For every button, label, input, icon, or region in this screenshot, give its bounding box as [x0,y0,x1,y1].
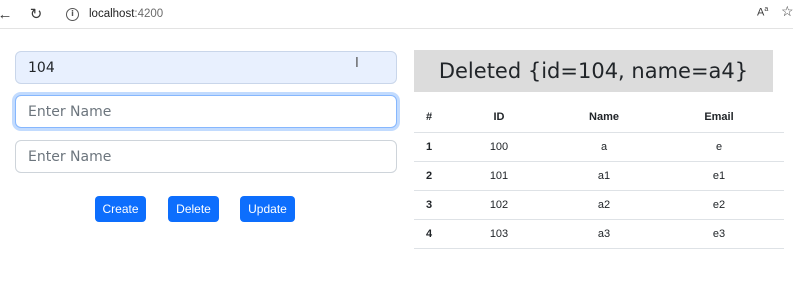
row-number: 3 [414,190,444,220]
cell-id: 102 [444,190,554,220]
url-text: localhost:4200 [89,8,163,20]
records-table: # ID Name Email 1 100 a e 2 101 a1 e1 3 … [414,103,784,249]
url-host: localhost [89,8,135,20]
cell-id: 101 [444,161,554,191]
reload-icon[interactable]: ↻ [27,5,45,23]
status-message: Deleted {id=104, name=a4} [414,50,773,92]
cell-name: a [554,132,654,162]
cell-id: 103 [444,219,554,249]
cell-email: e2 [654,190,784,220]
header-email: Email [654,103,784,133]
delete-button[interactable]: Delete [168,196,219,222]
table-row: 3 102 a2 e2 [414,190,784,220]
name-input-2[interactable] [15,140,397,173]
favorite-star-icon[interactable]: ☆ [781,4,793,18]
id-input[interactable] [15,51,397,84]
browser-toolbar: ← ↻ i localhost:4200 Aa ☆ [0,0,793,29]
read-aloud-sup: a [764,6,769,13]
text-cursor-icon: I [355,56,359,71]
cell-email: e3 [654,219,784,249]
cell-email: e [654,132,784,162]
header-name: Name [554,103,654,133]
header-hash: # [414,103,444,133]
cell-name: a1 [554,161,654,191]
update-button[interactable]: Update [240,196,295,222]
name-input[interactable] [15,95,397,128]
header-id: ID [444,103,554,133]
cell-name: a2 [554,190,654,220]
read-aloud-icon[interactable]: Aa [757,6,768,19]
cell-id: 100 [444,132,554,162]
info-icon[interactable]: i [66,8,79,21]
table-row: 1 100 a e [414,132,784,162]
row-number: 1 [414,132,444,162]
create-button[interactable]: Create [95,196,146,222]
cell-name: a3 [554,219,654,249]
row-number: 2 [414,161,444,191]
table-row: 2 101 a1 e1 [414,161,784,191]
row-number: 4 [414,219,444,249]
table-header-row: # ID Name Email [414,103,784,133]
address-bar[interactable]: i localhost:4200 [56,3,746,26]
cell-email: e1 [654,161,784,191]
table-row: 4 103 a3 e3 [414,219,784,249]
url-port: :4200 [134,8,164,20]
back-arrow-icon[interactable]: ← [0,5,14,23]
